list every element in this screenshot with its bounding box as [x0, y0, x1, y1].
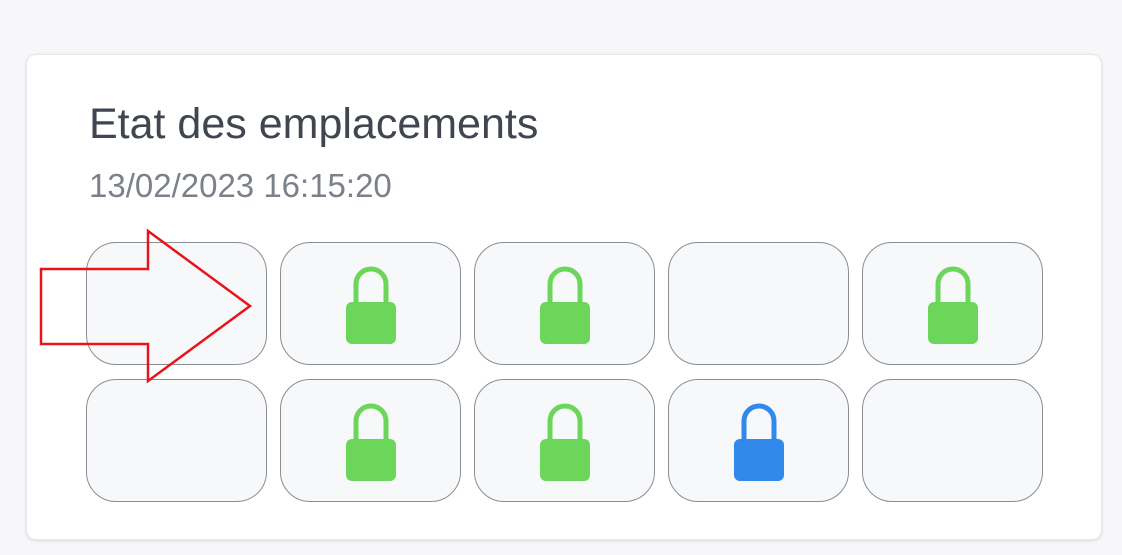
slot-row-1-col-3[interactable]: [474, 242, 655, 365]
slot-row-2-col-1[interactable]: [86, 379, 267, 502]
padlock-icon: [345, 403, 396, 481]
slot-row-1-col-2[interactable]: [280, 242, 461, 365]
padlock-icon: [927, 266, 978, 344]
slot-status-card: Etat des emplacements 13/02/2023 16:15:2…: [26, 54, 1102, 540]
slot-row-1-col-1[interactable]: [86, 242, 267, 365]
card-title: Etat des emplacements: [89, 100, 539, 148]
slot-row-1-col-5[interactable]: [862, 242, 1043, 365]
slot-row-2-col-2[interactable]: [280, 379, 461, 502]
status-timestamp: 13/02/2023 16:15:20: [89, 167, 392, 204]
padlock-icon: [539, 266, 590, 344]
slot-row-2-col-5[interactable]: [862, 379, 1043, 502]
slot-row-2-col-3[interactable]: [474, 379, 655, 502]
slot-row-1-col-4[interactable]: [668, 242, 849, 365]
slot-row-2-col-4[interactable]: [668, 379, 849, 502]
padlock-icon: [733, 403, 784, 481]
padlock-icon: [345, 266, 396, 344]
slot-grid: [86, 242, 1043, 502]
padlock-icon: [539, 403, 590, 481]
